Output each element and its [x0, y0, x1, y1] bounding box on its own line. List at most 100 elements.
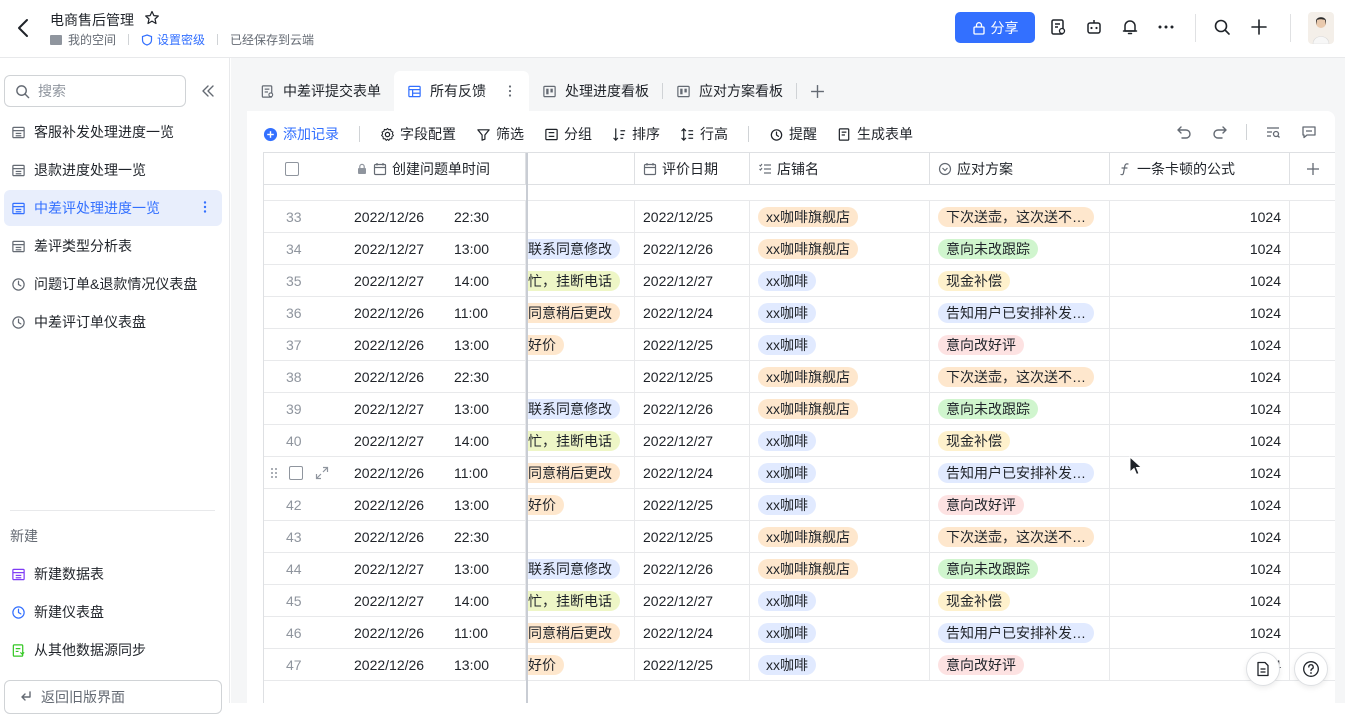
column-header-formula[interactable]: 一条卡顿的公式	[1110, 153, 1290, 185]
field-config-button[interactable]: 字段配置	[380, 124, 456, 144]
search-records-icon[interactable]	[1263, 122, 1283, 142]
table-row[interactable]: 39 2022/12/27 13:00 联系同意修改 2022/12/26 xx咖啡旗舰店…	[264, 393, 1335, 425]
sidebar-item[interactable]: 退款进度处理一览	[4, 152, 222, 188]
plus-icon	[810, 84, 824, 98]
table-row[interactable]: 45 2022/12/27 14:00 忙，挂断电话 2022/12/27 xx咖啡 现金补…	[264, 585, 1335, 617]
add-column-button[interactable]	[1290, 153, 1335, 185]
column-header-review-date[interactable]: 评价日期	[635, 153, 750, 185]
review-date: 2022/12/24	[635, 617, 750, 649]
help-icon[interactable]	[1294, 652, 1328, 686]
divider	[1290, 14, 1291, 42]
generate-form-label: 生成表单	[857, 126, 913, 142]
table-row[interactable]: 36 2022/12/26 11:00 同意稍后更改 2022/12/24 xx咖啡 告知用…	[264, 297, 1335, 329]
search-input[interactable]: 搜索	[4, 75, 186, 107]
frozen-column-divider[interactable]	[526, 153, 528, 703]
sidebar-item-label: 中差评订单仪表盘	[34, 314, 146, 330]
new-item[interactable]: 从其他数据源同步	[4, 631, 222, 669]
column-header-created-time[interactable]: 创建问题单时间	[320, 153, 526, 185]
column-header-solution[interactable]: 应对方案	[930, 153, 1110, 185]
redo-icon[interactable]	[1210, 122, 1230, 142]
created-date: 2022/12/27	[354, 273, 425, 289]
remind-button[interactable]: 提醒	[769, 124, 817, 144]
table-row[interactable]: 44 2022/12/27 13:00 联系同意修改 2022/12/26 xx咖啡旗舰店…	[264, 553, 1335, 585]
tab[interactable]: 所有反馈	[394, 71, 529, 111]
collapse-sidebar-icon[interactable]	[200, 83, 216, 99]
sidebar-item[interactable]: 中差评订单仪表盘	[4, 304, 222, 340]
table-row[interactable]: 38 2022/12/26 22:30 2022/12/25 xx咖啡旗舰店 下次送壶，这…	[264, 361, 1335, 393]
table-row[interactable]: 35 2022/12/27 14:00 忙，挂断电话 2022/12/27 xx咖啡 现金补…	[264, 265, 1335, 297]
solution-cell: 告知用户已安排补发…	[930, 457, 1110, 489]
row-height-button[interactable]: 行高	[680, 124, 728, 144]
more-icon[interactable]	[1156, 17, 1176, 37]
progress-cell	[528, 201, 635, 233]
progress-tag: 忙，挂断电话	[528, 271, 620, 291]
solution-tag: 意向改好评	[938, 655, 1024, 675]
column-label: 评价日期	[662, 161, 718, 177]
sidebar-item-label: 中差评处理进度一览	[34, 200, 160, 216]
sort-label: 排序	[632, 126, 660, 142]
breadcrumb-space[interactable]: 我的空间	[68, 31, 116, 48]
document-fab-icon[interactable]	[1246, 652, 1280, 686]
shop-tag: xx咖啡	[758, 591, 816, 611]
tab[interactable]: 处理进度看板	[529, 71, 662, 111]
tab[interactable]: 中差评提交表单	[247, 71, 394, 111]
plus-icon[interactable]	[1249, 17, 1269, 37]
filter-button[interactable]: 筛选	[476, 124, 524, 144]
table-panel: 添加记录 字段配置 筛选 分组 排序 行高 提醒 生成表单 创建问题单时间 评价…	[247, 111, 1335, 703]
sidebar-item[interactable]: 问题订单&退款情况仪表盘	[4, 266, 222, 302]
comment-icon[interactable]	[1299, 122, 1319, 142]
tab[interactable]: 应对方案看板	[663, 71, 796, 111]
document-info-icon[interactable]	[1048, 17, 1068, 37]
progress-cell: 忙，挂断电话	[528, 425, 635, 457]
generate-form-button[interactable]: 生成表单	[837, 124, 913, 144]
expand-icon[interactable]	[314, 457, 330, 489]
table-row[interactable]: 43 2022/12/26 22:30 2022/12/25 xx咖啡旗舰店 下次送壶，这…	[264, 521, 1335, 553]
table-row[interactable]: 33 2022/12/26 22:30 2022/12/25 xx咖啡旗舰店 下次送壶，这…	[264, 201, 1335, 233]
table-row[interactable]: 40 2022/12/27 14:00 忙，挂断电话 2022/12/27 xx咖啡 现金补…	[264, 425, 1335, 457]
sidebar-item[interactable]: 差评类型分析表	[4, 228, 222, 264]
table-row[interactable]: 34 2022/12/27 13:00 联系同意修改 2022/12/26 xx咖啡旗舰店…	[264, 233, 1335, 265]
row-checkbox[interactable]	[289, 466, 303, 480]
formula-value: 1024	[1110, 233, 1290, 265]
formula-value: 1024	[1110, 361, 1290, 393]
sort-button[interactable]: 排序	[612, 124, 660, 144]
filter-icon	[477, 128, 490, 141]
select-all-checkbox[interactable]	[285, 162, 299, 176]
column-header-progress[interactable]	[528, 153, 635, 185]
robot-icon[interactable]	[1084, 17, 1104, 37]
plus-circle-icon	[263, 127, 278, 141]
drag-handle-icon[interactable]	[266, 457, 282, 489]
search-icon[interactable]	[1212, 17, 1232, 37]
undo-icon[interactable]	[1174, 122, 1194, 142]
progress-tag: 忙，挂断电话	[528, 591, 620, 611]
review-date: 2022/12/25	[635, 489, 750, 521]
table-icon	[11, 125, 26, 140]
bell-icon[interactable]	[1120, 17, 1140, 37]
back-arrow-icon[interactable]	[14, 17, 34, 39]
solution-tag: 意向未改跟踪	[938, 239, 1038, 259]
new-item-label: 新建数据表	[34, 566, 104, 582]
new-item[interactable]: 新建仪表盘	[4, 593, 222, 631]
filter-label: 筛选	[496, 126, 524, 142]
share-button[interactable]: 分享	[955, 12, 1035, 43]
add-view-button[interactable]	[797, 71, 837, 111]
sidebar-item[interactable]: 客服补发处理进度一览	[4, 114, 222, 150]
star-icon[interactable]	[144, 10, 160, 26]
table-row[interactable]: 2022/12/26 11:00 同意稍后更改 2022/12/24 xx咖啡 告知用户已…	[264, 457, 1335, 489]
new-item[interactable]: 新建数据表	[4, 555, 222, 593]
sidebar-item[interactable]: 中差评处理进度一览	[4, 190, 222, 226]
table-row[interactable]: 46 2022/12/26 11:00 同意稍后更改 2022/12/24 xx咖啡 告知用…	[264, 617, 1335, 649]
row-number: 47	[286, 657, 302, 673]
table-row[interactable]: 37 2022/12/26 13:00 好价 2022/12/25 xx咖啡 意向改好评 10…	[264, 329, 1335, 361]
column-header-shop-name[interactable]: 店铺名	[750, 153, 930, 185]
table-row[interactable]: 472022/12/2613:00好价2022/12/25xx咖啡意向改好评10…	[264, 649, 1335, 681]
document-title[interactable]: 电商售后管理	[50, 10, 134, 30]
group-button[interactable]: 分组	[544, 124, 592, 144]
avatar[interactable]	[1308, 12, 1334, 44]
security-level-link[interactable]: 设置密级	[141, 31, 205, 48]
table-row[interactable]: 42 2022/12/26 13:00 好价 2022/12/25 xx咖啡 意向改好评 10…	[264, 489, 1335, 521]
old-ui-button[interactable]: 返回旧版界面	[4, 680, 222, 714]
more-vertical-icon[interactable]	[198, 200, 212, 217]
more-vertical-icon[interactable]	[504, 84, 516, 98]
add-record-button[interactable]: 添加记录	[263, 124, 339, 144]
